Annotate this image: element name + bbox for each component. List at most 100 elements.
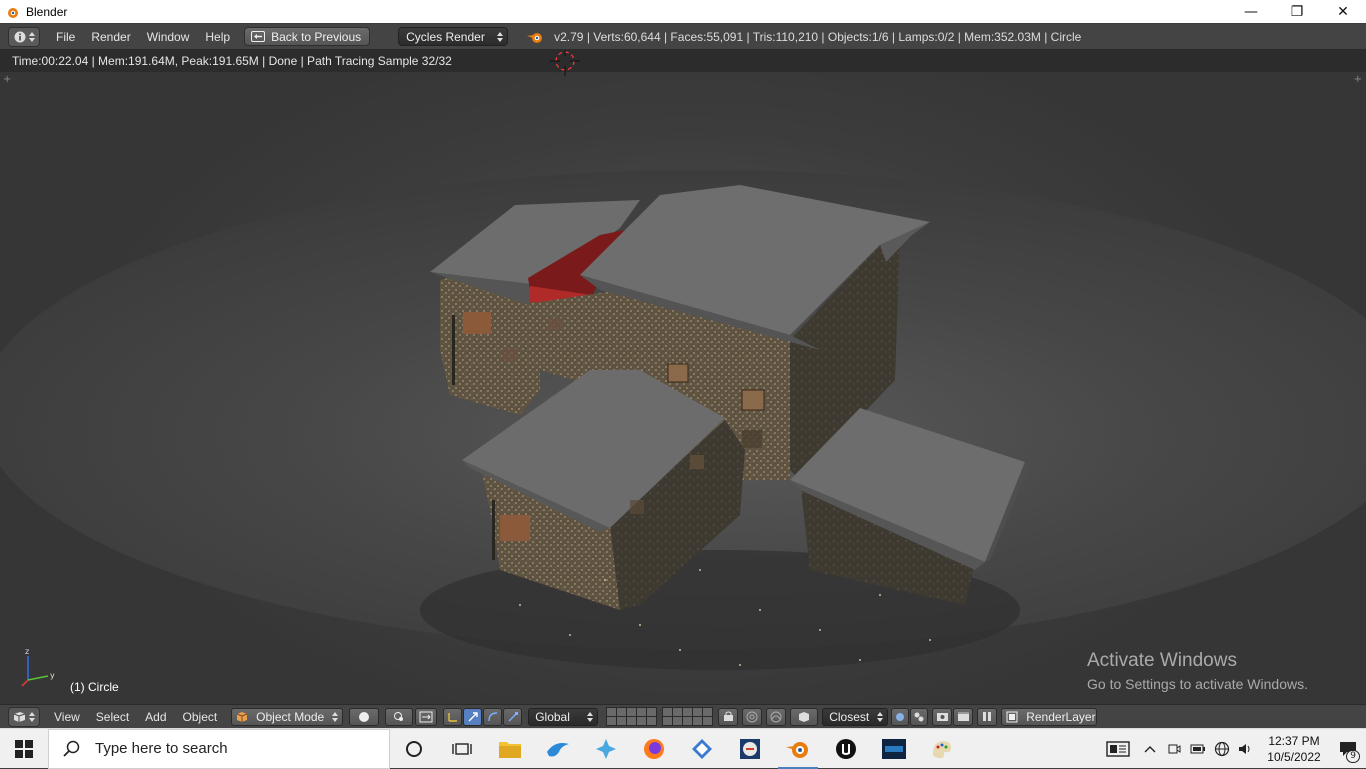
battery-button[interactable] (1186, 729, 1210, 769)
proportional-icon (746, 711, 758, 722)
news-icon (1106, 741, 1130, 757)
taskbar-app-globe[interactable] (726, 729, 774, 769)
snap-icon (799, 711, 810, 722)
back-to-previous-button[interactable]: Back to Previous (244, 27, 371, 46)
3d-cursor-icon[interactable] (548, 50, 582, 78)
menu-help[interactable]: Help (197, 30, 238, 44)
blender-app-icon (8, 7, 18, 18)
render-layer-label: RenderLayer (1026, 709, 1096, 724)
pause-render-button[interactable] (977, 707, 998, 726)
cortana-circle-icon (406, 740, 422, 757)
proportional-falloff-button[interactable] (766, 707, 787, 726)
3d-view-editor-icon (13, 711, 26, 722)
layer-buttons-2[interactable] (662, 707, 714, 726)
solid-shading-icon (359, 711, 370, 722)
news-widget-button[interactable] (1098, 729, 1138, 769)
action-center-button[interactable]: 9 (1330, 729, 1366, 769)
pivot-point-select[interactable] (385, 707, 414, 726)
menu-render[interactable]: Render (83, 30, 138, 44)
globe-icon (1214, 741, 1230, 757)
system-tray: 12:37 PM 10/5/2022 9 (1098, 729, 1366, 769)
scale-toggle[interactable] (503, 707, 523, 726)
layer-buttons-1[interactable] (606, 707, 658, 726)
taskbar-clock[interactable]: 12:37 PM 10/5/2022 (1258, 733, 1330, 765)
menu-select[interactable]: Select (88, 710, 137, 724)
lock-layers-button[interactable] (718, 707, 739, 726)
taskbar-blender[interactable] (774, 729, 822, 769)
taskbar-search-box[interactable]: Type here to search (48, 728, 390, 769)
axis-gizmo-icon: z y (21, 647, 55, 687)
updown-icon (497, 31, 504, 42)
axes-icon (448, 712, 457, 722)
translate-toggle[interactable] (443, 707, 463, 726)
restore-button[interactable]: ❐ (1274, 0, 1320, 23)
area-split-icon[interactable]: + (1354, 74, 1362, 85)
snap-target-value: Closest (829, 709, 870, 724)
palette-icon (932, 740, 952, 758)
render-layer-button[interactable]: RenderLayer (1001, 707, 1098, 726)
snap-options-button[interactable] (910, 707, 929, 726)
taskbar-app-dolphin[interactable] (534, 729, 582, 769)
snap-target-select[interactable]: Closest (822, 707, 889, 726)
object-mode-icon (237, 711, 248, 722)
clapper-icon (957, 712, 969, 721)
render-animation-button[interactable] (953, 707, 974, 726)
task-view-button[interactable] (438, 729, 486, 769)
task-view-icon (452, 742, 472, 755)
blender-taskbar-icon (786, 741, 808, 758)
taskbar-unreal-engine[interactable] (822, 729, 870, 769)
blender-logo-icon (527, 32, 543, 43)
menu-add[interactable]: Add (137, 710, 174, 724)
notification-count-badge: 9 (1346, 750, 1360, 763)
render-engine-select[interactable]: Cycles Render (398, 27, 509, 46)
mode-select[interactable]: Object Mode (231, 707, 344, 726)
minimize-button[interactable]: — (1228, 0, 1274, 23)
network-button[interactable] (1210, 729, 1234, 769)
back-arrow-icon (251, 31, 266, 42)
chevron-up-icon (1144, 746, 1156, 753)
snap-element-select[interactable] (790, 707, 819, 726)
show-hidden-icons-button[interactable] (1138, 729, 1162, 769)
manipulator-toggle[interactable] (415, 707, 438, 726)
taskbar-firefox[interactable] (630, 729, 678, 769)
activate-windows-title: Activate Windows (1087, 650, 1237, 671)
clock-time: 12:37 PM (1268, 734, 1320, 748)
meet-now-icon (1168, 744, 1181, 754)
volume-button[interactable] (1234, 729, 1258, 769)
activate-windows-subtitle: Go to Settings to activate Windows. (1087, 676, 1308, 692)
transform-orientation-select[interactable]: Global (528, 707, 599, 726)
start-button[interactable] (0, 729, 48, 769)
taskbar-app-puzzle[interactable] (582, 729, 630, 769)
taskbar-paint-app[interactable] (918, 729, 966, 769)
area-split-icon[interactable]: + (3, 74, 11, 85)
folder-icon (499, 741, 521, 758)
diamond-app-icon (692, 738, 712, 759)
cortana-button[interactable] (390, 729, 438, 769)
taskbar-app-diamond[interactable] (678, 729, 726, 769)
3d-view-header: View Select Add Object Object Mode Globa… (0, 704, 1366, 728)
render-layer-icon (1006, 711, 1018, 722)
menu-window[interactable]: Window (139, 30, 198, 44)
proportional-edit-button[interactable] (742, 707, 763, 726)
pivot-icon (394, 711, 404, 721)
editor-type-button[interactable] (8, 26, 40, 47)
taskbar-app-launcher[interactable] (870, 729, 918, 769)
taskbar-file-explorer[interactable] (486, 729, 534, 769)
menu-file[interactable]: File (48, 30, 83, 44)
move-toggle[interactable] (463, 707, 483, 726)
back-to-previous-label: Back to Previous (271, 29, 362, 44)
close-button[interactable]: ✕ (1320, 0, 1366, 23)
unreal-icon (836, 738, 856, 759)
snap-align-button[interactable] (891, 707, 910, 726)
render-image-button[interactable] (932, 707, 953, 726)
editor-type-button[interactable] (8, 706, 40, 727)
transform-manipulators (443, 707, 523, 726)
3d-viewport[interactable]: Time:00:22.04 | Mem:191.64M, Peak:191.65… (0, 50, 1366, 704)
menu-view[interactable]: View (46, 710, 88, 724)
menu-object[interactable]: Object (175, 710, 226, 724)
rotate-toggle[interactable] (483, 707, 503, 726)
viewport-shading-select[interactable] (349, 707, 380, 726)
render-status-bar: Time:00:22.04 | Mem:191.64M, Peak:191.65… (0, 50, 1366, 72)
meet-now-button[interactable] (1162, 729, 1186, 769)
window-titlebar: Blender — ❐ ✕ (0, 0, 1366, 23)
